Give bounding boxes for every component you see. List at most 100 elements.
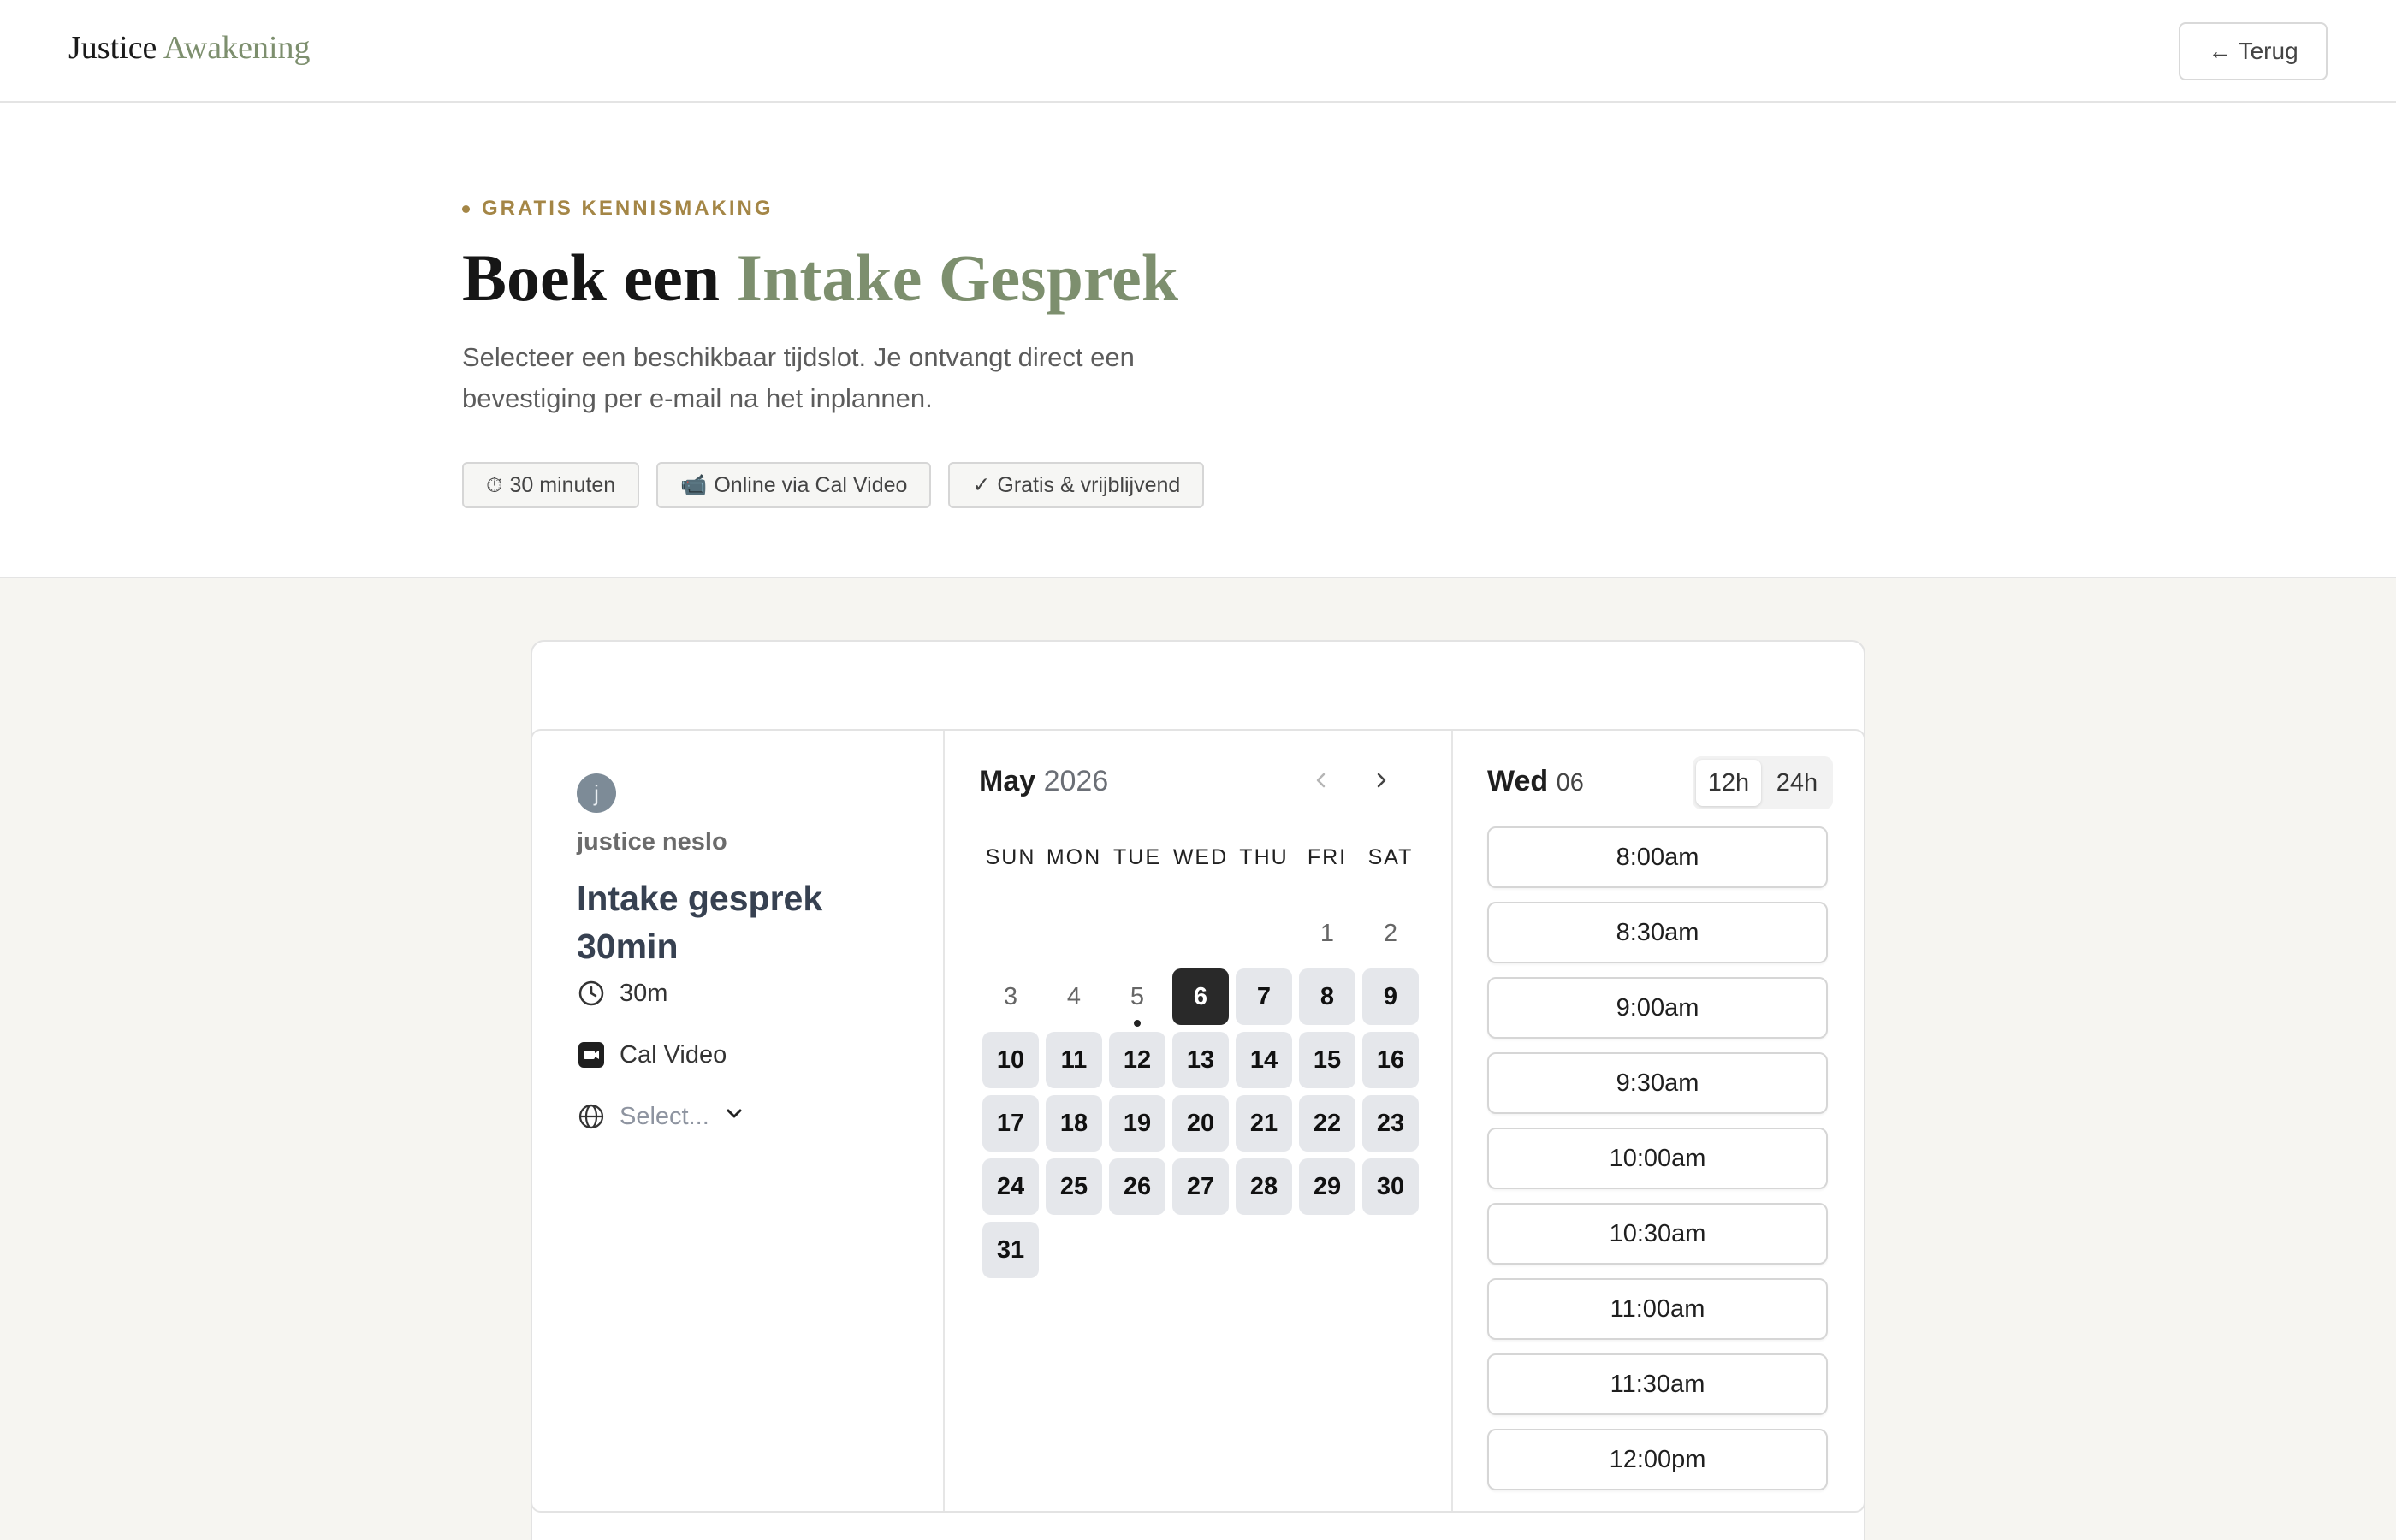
time-slot-button[interactable]: 9:30am [1487, 1052, 1828, 1114]
checkmark-icon: ✓ [972, 473, 991, 497]
avatar: j [577, 773, 616, 813]
host-name: justice neslo [577, 828, 727, 856]
next-month-button[interactable] [1364, 765, 1398, 799]
calendar: May 2026 SUN MON TUE WED THU FRI SAT 123456789… [945, 731, 1453, 1511]
hero-section: GRATIS KENNISMAKING Boek een Intake Gesp… [0, 103, 2396, 578]
weekday-label: TUE [1113, 845, 1161, 869]
time-slot-button[interactable]: 8:30am [1487, 902, 1828, 963]
calendar-day[interactable]: 18 [1046, 1095, 1102, 1152]
calendar-day[interactable]: 21 [1236, 1095, 1292, 1152]
format-24h-button[interactable]: 24h [1764, 760, 1830, 806]
avatar-initial: j [594, 779, 599, 806]
title-main: Boek een [462, 240, 721, 315]
month-year: 2026 [1043, 765, 1109, 797]
back-label: ← Terug [2208, 38, 2298, 64]
clock-icon [577, 979, 606, 1008]
calendar-day[interactable]: 13 [1172, 1032, 1229, 1088]
location-text: Cal Video [620, 1040, 727, 1069]
chip-label: Online via Cal Video [714, 472, 908, 497]
calendar-day[interactable]: 30 [1362, 1158, 1419, 1215]
calendar-day[interactable]: 23 [1362, 1095, 1419, 1152]
logo-accent: Awakening [163, 30, 311, 66]
back-button[interactable]: ← Terug [2179, 22, 2328, 80]
time-slot-button[interactable]: 11:30am [1487, 1353, 1828, 1415]
weekday-header: SUN MON TUE WED THU FRI SAT [979, 845, 1422, 870]
globe-icon [577, 1102, 606, 1131]
calendar-day[interactable]: 19 [1109, 1095, 1165, 1152]
chevron-down-icon [723, 1102, 745, 1131]
time-slot-button[interactable]: 9:00am [1487, 977, 1828, 1039]
timer-icon: ⏱ [486, 472, 503, 497]
calendar-day[interactable]: 31 [982, 1222, 1039, 1278]
calendar-day[interactable]: 10 [982, 1032, 1039, 1088]
calendar-day[interactable]: 26 [1109, 1158, 1165, 1215]
calendar-day[interactable]: 15 [1299, 1032, 1355, 1088]
logo-main: Justice [68, 30, 157, 66]
chip-free: ✓ Gratis & vrijblijvend [948, 462, 1205, 508]
chip-online: 📹 Online via Cal Video [656, 462, 932, 508]
time-slot-button[interactable]: 11:00am [1487, 1278, 1828, 1340]
prev-month-button[interactable] [1304, 765, 1338, 799]
calendar-day[interactable]: 25 [1046, 1158, 1102, 1215]
today-indicator [1134, 1020, 1141, 1027]
page-title: Boek een Intake Gesprek [462, 240, 1178, 317]
calendar-day[interactable]: 22 [1299, 1095, 1355, 1152]
eyebrow-dot [462, 204, 470, 213]
event-title: Intake gesprek 30min [577, 879, 823, 966]
title-accent: Intake Gesprek [736, 240, 1179, 315]
booking-section: j justice neslo Intake gesprek 30min 30m… [0, 578, 2396, 1540]
calendar-day[interactable]: 7 [1236, 968, 1292, 1025]
weekday-label: THU [1239, 845, 1289, 869]
calendar-day[interactable]: 17 [982, 1095, 1039, 1152]
duration-text: 30m [620, 979, 668, 1007]
calendar-day[interactable]: 24 [982, 1158, 1039, 1215]
calendar-day: 5 [1109, 968, 1165, 1027]
chip-label: 30 minuten [509, 472, 616, 497]
calendar-day: 4 [1066, 982, 1082, 1010]
selected-day-label: Wed 06 [1487, 765, 1584, 798]
calendar-day[interactable]: 29 [1299, 1158, 1355, 1215]
day-number: 06 [1556, 769, 1584, 797]
calendar-day[interactable]: 9 [1362, 968, 1419, 1025]
calendar-day[interactable]: 16 [1362, 1032, 1419, 1088]
event-meta: j justice neslo Intake gesprek 30min 30m… [532, 731, 945, 1511]
weekday-label: WED [1172, 845, 1229, 869]
eyebrow: GRATIS KENNISMAKING [462, 197, 774, 221]
calendar-day[interactable]: 27 [1172, 1158, 1229, 1215]
chevron-left-icon [1311, 770, 1331, 795]
time-format-toggle: 12h 24h [1693, 756, 1833, 809]
timezone-placeholder: Select... [620, 1102, 709, 1130]
weekday-label: SAT [1367, 845, 1414, 869]
calendar-day: 2 [1383, 919, 1398, 947]
timezone-select[interactable]: Select... [577, 1102, 745, 1131]
top-nav: Justice Awakening ← Terug [0, 0, 2396, 103]
weekday-label: FRI [1307, 845, 1348, 869]
calendar-day[interactable]: 28 [1236, 1158, 1292, 1215]
location-row: Cal Video [577, 1040, 727, 1069]
time-slot-button[interactable]: 12:00pm [1487, 1429, 1828, 1490]
format-12h-button[interactable]: 12h [1696, 760, 1761, 806]
calendar-day: 3 [1003, 982, 1018, 1010]
time-slot-button[interactable]: 10:00am [1487, 1128, 1828, 1189]
cal-video-icon [577, 1040, 606, 1069]
chip-duration: ⏱ 30 minuten [462, 462, 640, 508]
calendar-day[interactable]: 12 [1109, 1032, 1165, 1088]
booker-widget: j justice neslo Intake gesprek 30min 30m… [531, 729, 1865, 1513]
time-slot-button[interactable]: 8:00am [1487, 826, 1828, 888]
slot-list: 8:00am 8:30am 9:00am 9:30am 10:00am 10:30am 11… [1487, 826, 1828, 1504]
calendar-day[interactable]: 8 [1299, 968, 1355, 1025]
calendar-day[interactable]: 11 [1046, 1032, 1102, 1088]
feature-chips: ⏱ 30 minuten 📹 Online via Cal Video ✓ Gr… [462, 462, 1205, 508]
month-name: May [979, 765, 1036, 797]
calendar-day[interactable]: 14 [1236, 1032, 1292, 1088]
month-label: May 2026 [979, 765, 1108, 798]
time-slot-button[interactable]: 10:30am [1487, 1203, 1828, 1265]
calendar-day[interactable]: 6 [1172, 968, 1229, 1025]
chip-label: Gratis & vrijblijvend [997, 472, 1181, 497]
chevron-right-icon [1371, 770, 1391, 795]
site-logo[interactable]: Justice Awakening [68, 29, 311, 67]
weekday-label: SUN [985, 845, 1036, 869]
calendar-day[interactable]: 20 [1172, 1095, 1229, 1152]
day-name: Wed [1487, 765, 1549, 797]
duration-row: 30m [577, 979, 667, 1008]
